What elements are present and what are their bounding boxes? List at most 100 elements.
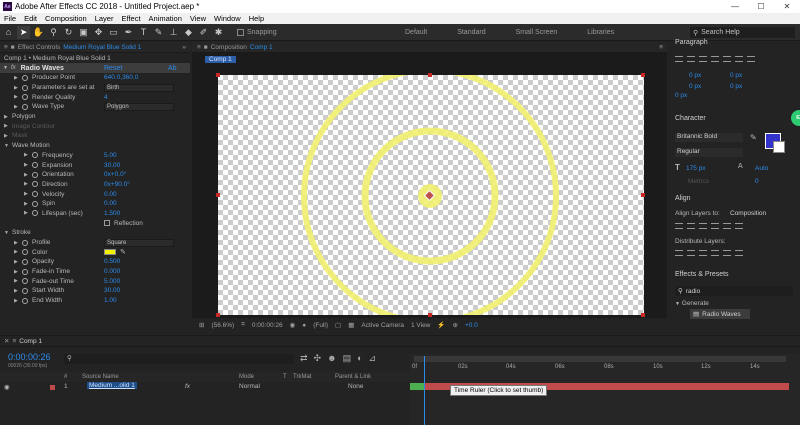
stopwatch-icon[interactable]	[22, 268, 28, 275]
effect-header-row[interactable]: ▼ fx Radio Waves Reset Ab	[0, 63, 190, 73]
justify-all-icon[interactable]	[747, 56, 755, 62]
effect-property-value[interactable]: 4	[104, 94, 108, 101]
fit-icon[interactable]: ⌗	[241, 321, 245, 329]
rectangle-tool-icon[interactable]: ▭	[107, 26, 120, 39]
fx-icon[interactable]: fx	[11, 65, 16, 71]
timeline-tab[interactable]: ✕ ≡ Comp 1	[0, 336, 800, 347]
camera-dropdown[interactable]: Active Camera	[361, 322, 404, 329]
reflection-checkbox[interactable]	[104, 220, 110, 227]
chevron-right-icon[interactable]: ▶	[24, 162, 28, 168]
justify-center-icon[interactable]	[723, 56, 731, 62]
layer-handle-top-center[interactable]	[428, 73, 432, 77]
menu-view[interactable]: View	[186, 14, 210, 23]
hand-tool-icon[interactable]: ✋	[32, 26, 45, 39]
comp-viewer-tab[interactable]: Comp 1	[205, 55, 236, 63]
first-line-indent-field[interactable]: 0 px	[675, 92, 687, 99]
stopwatch-icon[interactable]	[32, 181, 38, 188]
align-left-icon[interactable]	[675, 56, 683, 62]
column-parent[interactable]: Parent & Link	[335, 374, 371, 380]
stopwatch-icon[interactable]	[32, 200, 38, 207]
timeline-search-input[interactable]: ⚲	[64, 354, 294, 364]
effects-search-input[interactable]: ⚲ radio	[675, 286, 793, 296]
effect-property-row[interactable]: ▶ Wave Type Polygon	[0, 102, 190, 112]
effect-property-value[interactable]: 1.500	[104, 210, 120, 217]
font-size-field[interactable]: 175 px	[686, 165, 706, 172]
close-tab-icon[interactable]: ✕	[4, 337, 9, 345]
chevron-right-icon[interactable]: ▶	[14, 240, 18, 246]
effect-property-value[interactable]: 0.500	[104, 258, 120, 265]
color-swatch[interactable]	[104, 249, 116, 256]
time-ruler[interactable]: 0f 02s 04s 06s 08s 10s 12s 14s	[410, 364, 800, 372]
timecode-display[interactable]: 0:00:00:26	[252, 322, 283, 329]
lock-icon[interactable]: ■	[11, 44, 15, 51]
justify-right-icon[interactable]	[735, 56, 743, 62]
chevron-down-icon[interactable]: ▼	[4, 143, 9, 149]
roto-brush-tool-icon[interactable]: ✐	[197, 26, 210, 39]
flowchart-icon[interactable]: ⊕	[452, 321, 457, 329]
zoom-tool-icon[interactable]: ⚲	[47, 26, 60, 39]
effect-property-row[interactable]: ▶ Spin 0.00	[0, 199, 190, 209]
clone-stamp-tool-icon[interactable]: ⊥	[167, 26, 180, 39]
grid-guide-icon[interactable]: ⊞	[199, 321, 204, 329]
column-trkmat[interactable]: TrkMat	[293, 374, 311, 380]
current-time-indicator[interactable]	[424, 356, 425, 425]
chevron-right-icon[interactable]: ▶	[4, 114, 8, 120]
exposure-value[interactable]: +0.0	[465, 322, 478, 329]
stopwatch-icon[interactable]	[22, 94, 28, 101]
tracking-field[interactable]: 0	[755, 178, 759, 185]
eraser-tool-icon[interactable]: ◆	[182, 26, 195, 39]
chevron-right-icon[interactable]: ▶	[24, 191, 28, 197]
rotate-tool-icon[interactable]: ↻	[62, 26, 75, 39]
align-layers-to-dropdown[interactable]: Composition	[730, 210, 766, 217]
effect-property-row[interactable]: ▶ Velocity 0.00	[0, 189, 190, 199]
minimize-icon[interactable]: —	[722, 0, 748, 13]
menu-animation[interactable]: Animation	[145, 14, 186, 23]
effect-property-value[interactable]: 0.000	[104, 268, 120, 275]
menu-edit[interactable]: Edit	[20, 14, 41, 23]
align-buttons[interactable]	[675, 223, 747, 229]
stopwatch-icon[interactable]	[32, 171, 38, 178]
effect-property-row[interactable]: ▶ Parameters are set at Birth	[0, 83, 190, 93]
column-mode[interactable]: Mode	[239, 374, 254, 380]
effects-result-radio-waves[interactable]: ▤ Radio Waves	[690, 309, 750, 319]
leading-field[interactable]: Auto	[755, 165, 768, 172]
chevron-right-icon[interactable]: ▶	[14, 104, 18, 110]
snapping-toggle[interactable]: Snapping	[237, 28, 277, 36]
align-right-edges-icon[interactable]	[699, 223, 707, 229]
stopwatch-icon[interactable]	[22, 278, 28, 285]
fast-preview-icon[interactable]: ⚡	[437, 321, 445, 329]
effect-property-row[interactable]: ▶ Producer Point 640.0,360.0	[0, 73, 190, 83]
camera-tool-icon[interactable]: ▣	[77, 26, 90, 39]
distribute-buttons[interactable]	[675, 250, 747, 256]
menu-layer[interactable]: Layer	[91, 14, 118, 23]
chevron-right-icon[interactable]: ▶	[14, 288, 18, 294]
about-link[interactable]: Ab	[168, 65, 177, 72]
effect-property-row[interactable]: ▼ Wave Motion	[0, 141, 190, 151]
effect-property-row[interactable]: ▶ Orientation 0x+0.0°	[0, 170, 190, 180]
effect-property-value[interactable]: 0x+0.0°	[104, 171, 126, 178]
chevron-right-icon[interactable]: ▶	[14, 298, 18, 304]
chevron-down-icon[interactable]: ▼	[3, 65, 8, 71]
close-icon[interactable]: ✕	[774, 0, 800, 13]
align-bottom-edges-icon[interactable]	[735, 223, 743, 229]
menu-file[interactable]: File	[0, 14, 20, 23]
eyedropper-icon[interactable]: ✎	[120, 248, 126, 256]
chevron-right-icon[interactable]: ▶	[24, 201, 28, 207]
effect-property-value[interactable]: 5.000	[104, 278, 120, 285]
effect-property-row[interactable]: ▶ Mask	[0, 131, 190, 141]
paragraph-align-buttons[interactable]	[675, 56, 759, 62]
chevron-right-icon[interactable]: ▶	[14, 94, 18, 100]
panel-expand-icon[interactable]: »	[182, 44, 186, 51]
workspace-standard[interactable]: Standard	[457, 29, 485, 36]
layer-handle-middle-right[interactable]	[641, 193, 645, 197]
magnification-dropdown[interactable]: (56.6%)	[211, 322, 234, 329]
font-family-dropdown[interactable]: Britannic Bold	[675, 133, 743, 142]
panel-menu-icon[interactable]: ≡	[197, 44, 201, 51]
effect-property-row[interactable]: ▶ Polygon	[0, 112, 190, 122]
transparency-grid-icon[interactable]: ▦	[348, 321, 354, 329]
channel-icon[interactable]: ●	[302, 322, 306, 329]
chevron-right-icon[interactable]: ▶	[14, 249, 18, 255]
space-after-field[interactable]: 0 px	[730, 81, 742, 92]
layer-handle-bottom-center[interactable]	[428, 313, 432, 317]
pan-behind-tool-icon[interactable]: ✥	[92, 26, 105, 39]
